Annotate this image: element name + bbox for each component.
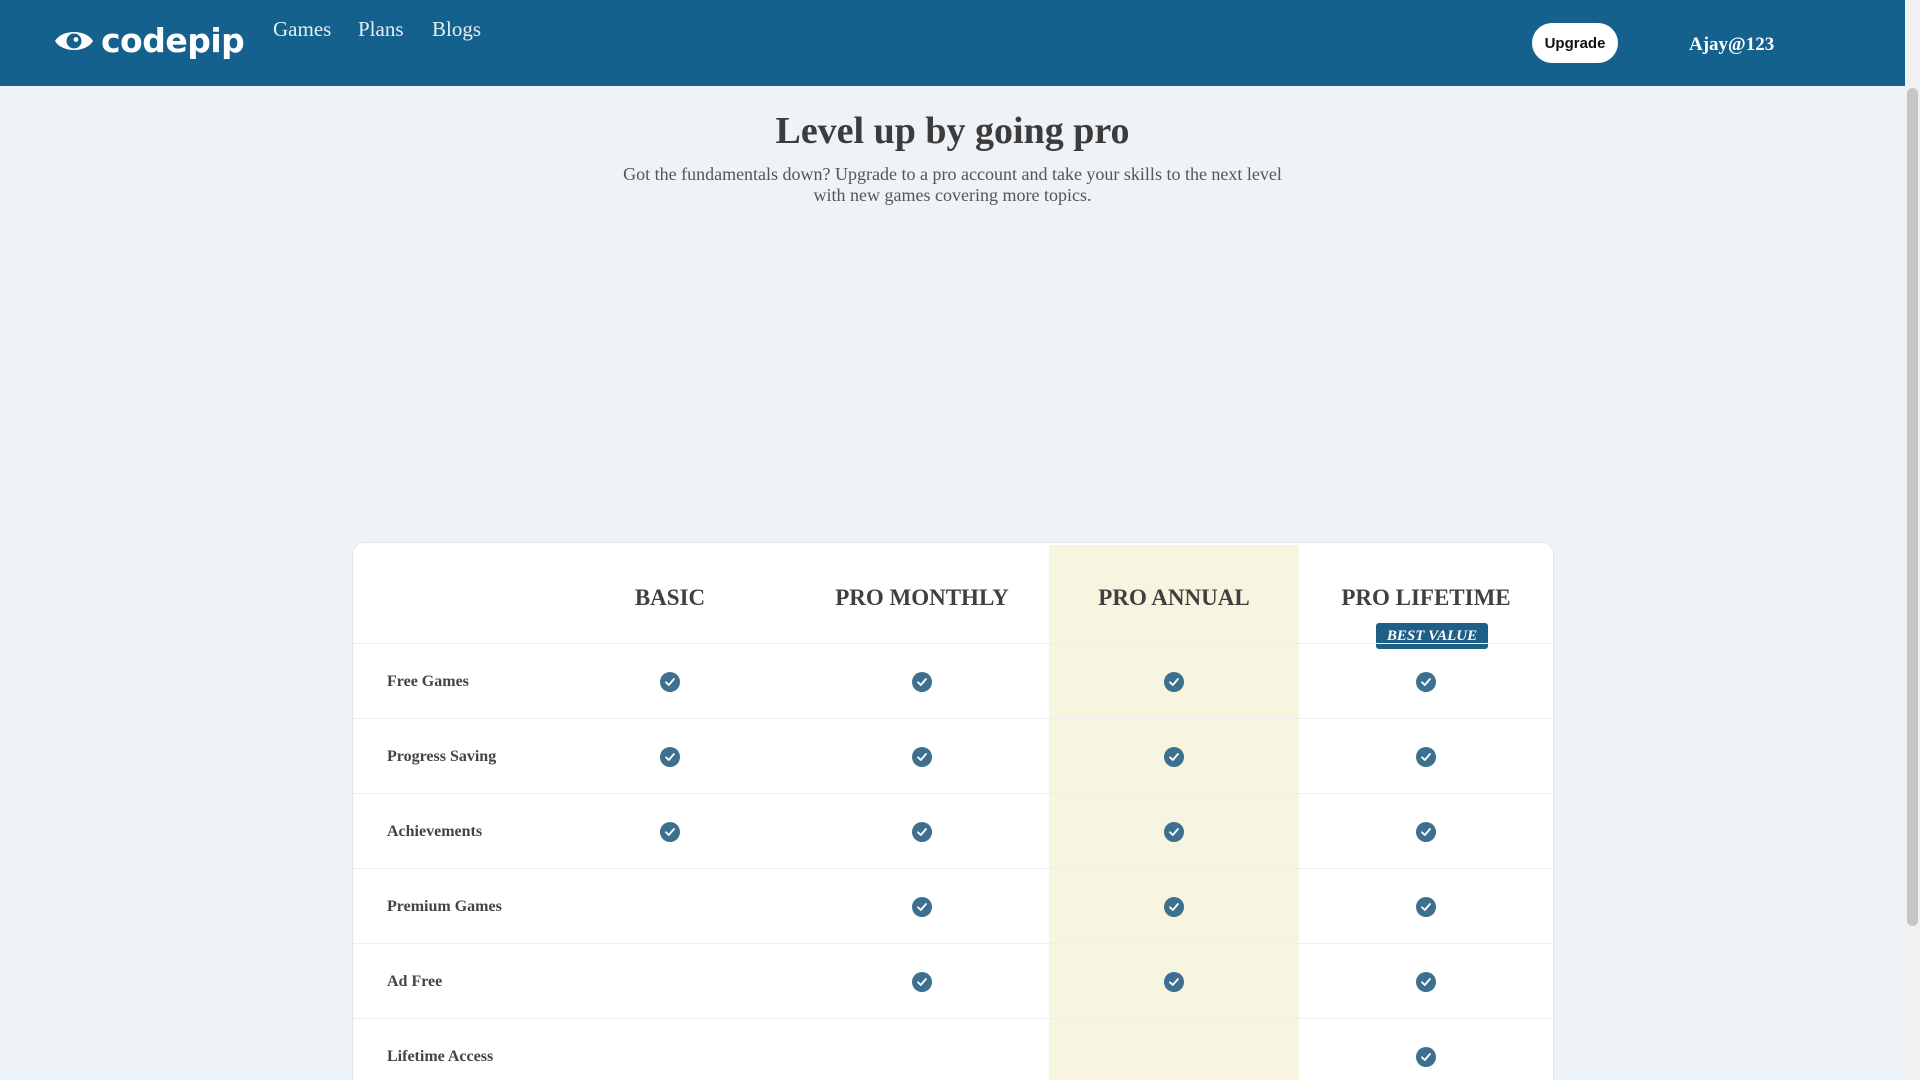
check-circle-icon: [1416, 1046, 1436, 1067]
feature-cell-pro-annual: [1048, 644, 1300, 719]
feature-cell-pro-monthly: [796, 794, 1048, 869]
feature-row: Achievements: [353, 793, 1553, 869]
feature-cell-pro-monthly: [796, 644, 1048, 719]
check-circle-icon: [912, 821, 932, 842]
feature-cell-pro-monthly: [796, 944, 1048, 1019]
page-subtitle: Got the fundamentals down? Upgrade to a …: [623, 164, 1282, 205]
feature-row: Lifetime Access: [353, 1018, 1553, 1080]
feature-cell-basic: [544, 1019, 796, 1080]
feature-cell-pro-lifetime: [1300, 719, 1552, 794]
feature-cell-basic: [544, 644, 796, 719]
feature-cell-pro-annual: [1048, 1019, 1300, 1080]
nav-link-blogs[interactable]: Blogs: [432, 16, 481, 42]
feature-row: Progress Saving: [353, 718, 1553, 794]
check-circle-icon: [660, 671, 680, 692]
feature-cell-pro-annual: [1048, 869, 1300, 944]
plan-header-pro-monthly: PRO MONTHLY: [835, 585, 1009, 610]
check-circle-icon: [1164, 821, 1184, 842]
nav-link-plans[interactable]: Plans: [358, 16, 404, 42]
feature-cell-basic: [544, 719, 796, 794]
feature-cell-pro-monthly: [796, 1019, 1048, 1080]
page-title: Level up by going pro: [775, 110, 1130, 152]
feature-cell-pro-annual: [1048, 794, 1300, 869]
check-circle-icon: [912, 971, 932, 992]
scrollbar-thumb[interactable]: [1907, 88, 1918, 926]
feature-row: Premium Games: [353, 868, 1553, 944]
feature-label: Progress Saving: [387, 747, 497, 765]
check-circle-icon: [1164, 746, 1184, 767]
feature-cell-pro-annual: [1048, 719, 1300, 794]
check-circle-icon: [1416, 896, 1436, 917]
plan-header-basic: BASIC: [634, 585, 706, 610]
feature-cell-pro-lifetime: [1300, 944, 1552, 1019]
check-circle-icon: [912, 746, 932, 767]
feature-cell-basic: [544, 794, 796, 869]
check-circle-icon: [1164, 896, 1184, 917]
feature-cell-pro-lifetime: [1300, 869, 1552, 944]
page: codepip Games Plans Blogs Upgrade Ajay@1…: [0, 0, 1920, 1080]
feature-row: Free Games: [353, 643, 1553, 719]
feature-label: Free Games: [387, 672, 469, 690]
top-navbar: codepip Games Plans Blogs Upgrade Ajay@1…: [0, 0, 1905, 86]
eye-logo-icon: [55, 32, 93, 50]
feature-cell-basic: [544, 944, 796, 1019]
feature-cell-basic: [544, 869, 796, 944]
logo-link[interactable]: codepip: [53, 21, 245, 60]
check-circle-icon: [1164, 971, 1184, 992]
user-menu[interactable]: Ajay@123: [1689, 33, 1774, 57]
feature-cell-pro-lifetime: [1300, 644, 1552, 719]
feature-cell-pro-annual: [1048, 944, 1300, 1019]
check-circle-icon: [1164, 671, 1184, 692]
check-circle-icon: [660, 821, 680, 842]
upgrade-button[interactable]: Upgrade: [1532, 23, 1618, 63]
check-circle-icon: [912, 671, 932, 692]
feature-label: Premium Games: [387, 897, 502, 915]
feature-cell-pro-lifetime: [1300, 1019, 1552, 1080]
check-circle-icon: [1416, 971, 1436, 992]
brand-name: codepip: [101, 21, 245, 60]
check-circle-icon: [1416, 821, 1436, 842]
plan-comparison-table: BASIC PRO MONTHLY PRO ANNUAL PRO LIFETIM…: [352, 542, 1554, 1080]
check-circle-icon: [1416, 671, 1436, 692]
feature-cell-pro-monthly: [796, 719, 1048, 794]
check-circle-icon: [1416, 746, 1436, 767]
feature-row: Ad Free: [353, 943, 1553, 1019]
feature-label: Achievements: [387, 822, 483, 840]
feature-cell-pro-monthly: [796, 869, 1048, 944]
plan-header-pro-annual: PRO ANNUAL: [1098, 585, 1250, 610]
feature-label: Ad Free: [387, 972, 443, 990]
nav-link-games[interactable]: Games: [273, 16, 331, 42]
feature-label: Lifetime Access: [387, 1047, 494, 1065]
plan-header-pro-lifetime: PRO LIFETIME: [1341, 585, 1511, 610]
check-circle-icon: [660, 746, 680, 767]
check-circle-icon: [912, 896, 932, 917]
feature-cell-pro-lifetime: [1300, 794, 1552, 869]
